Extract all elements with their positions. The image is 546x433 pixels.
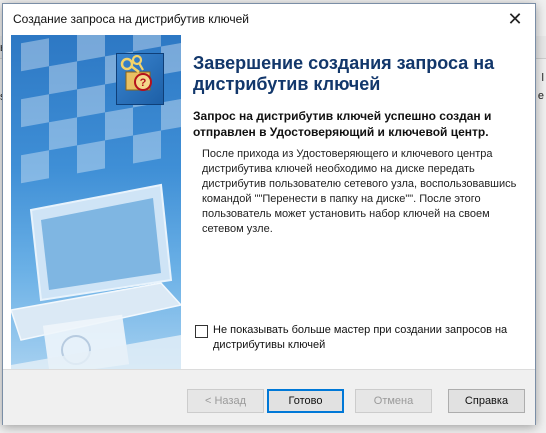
background-text-fragment: l [541,72,544,84]
help-button[interactable]: Справка [448,389,525,413]
wizard-banner-image: ? [11,35,181,369]
finish-button[interactable]: Готово [267,389,344,413]
back-button[interactable]: < Назад [187,389,264,413]
title-bar: Создание запроса на дистрибутив ключей ✕ [3,4,535,34]
cancel-button[interactable]: Отмена [355,389,432,413]
page-subtitle: Запрос на дистрибутив ключей успешно соз… [193,109,492,139]
close-button[interactable]: ✕ [495,4,535,34]
dont-show-wizard-checkbox[interactable] [195,325,208,338]
keys-wizard-icon: ? [116,53,164,105]
dont-show-wizard-label[interactable]: Не показывать больше мастер при создании… [213,323,525,353]
background-text-fragment: e [537,90,544,102]
description-text: После прихода из Удостоверяющего и ключе… [202,148,517,235]
page-title: Завершение создания запроса на дистрибут… [193,53,495,94]
window-title: Создание запроса на дистрибутив ключей [13,12,249,26]
svg-text:?: ? [140,77,147,89]
close-icon: ✕ [507,8,523,29]
wizard-content: ? Завершение создания запроса на дистриб… [3,35,535,369]
button-bar: < Назад Готово Отмена Справка [3,369,535,425]
dont-show-wizard-option[interactable]: Не показывать больше мастер при создании… [195,323,525,353]
wizard-dialog: Создание запроса на дистрибутив ключей ✕ [2,3,536,425]
